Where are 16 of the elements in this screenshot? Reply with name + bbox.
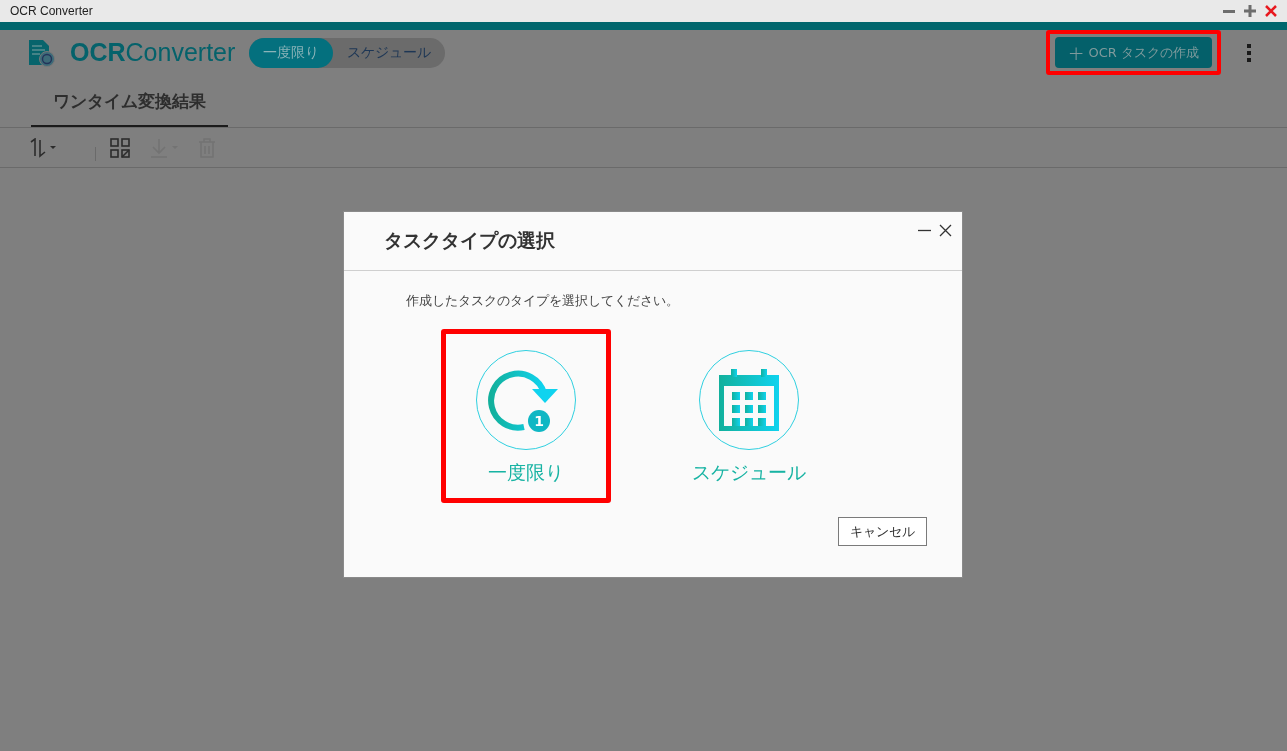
close-icon[interactable] bbox=[939, 224, 952, 237]
grid-select-icon[interactable] bbox=[110, 137, 130, 158]
more-icon[interactable] bbox=[1247, 43, 1251, 62]
calendar-icon bbox=[719, 369, 779, 431]
mode-toggle[interactable]: スケジュール bbox=[333, 37, 446, 68]
mode-toggle[interactable]: 一度限り bbox=[249, 37, 334, 68]
results-tab[interactable]: ワンタイム変換結果 bbox=[31, 85, 228, 127]
task-type-option[interactable]: 1 一度限り bbox=[441, 329, 611, 503]
app-logo-text: OCRConverter bbox=[70, 38, 236, 67]
task-type-option[interactable]: スケジュール bbox=[664, 329, 834, 503]
maximize-icon[interactable] bbox=[1244, 5, 1256, 17]
document-scan-icon bbox=[28, 38, 56, 67]
dialog-message: 作成したタスクのタイプを選択してください。 bbox=[406, 293, 680, 310]
dialog-title: タスクタイプの選択 bbox=[384, 228, 556, 253]
window-title: OCR Converter bbox=[10, 4, 94, 18]
cancel-button[interactable]: キャンセル bbox=[838, 517, 927, 546]
